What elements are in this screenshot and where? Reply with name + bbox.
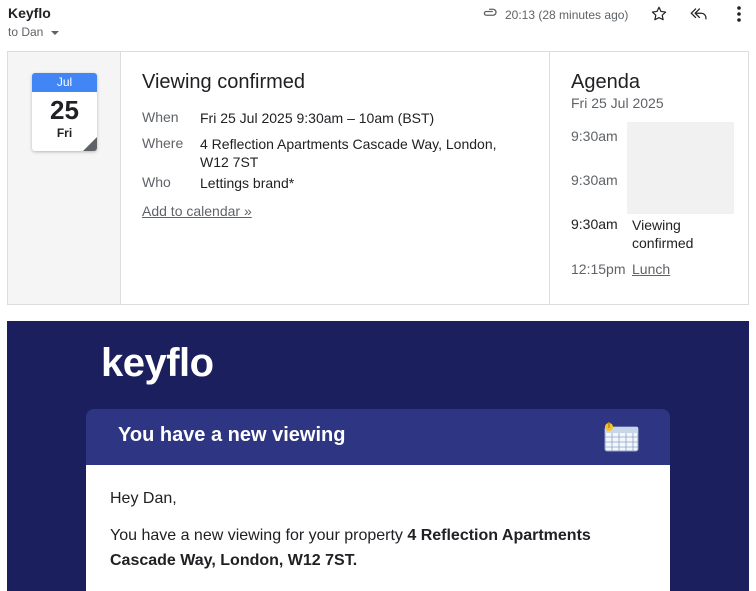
keyflo-logo: keyflo <box>101 341 214 385</box>
sender-name[interactable]: Keyflo <box>8 5 51 21</box>
when-value: Fri 25 Jul 2025 9:30am – 10am (BST) <box>200 110 435 126</box>
event-details: Viewing confirmed When Fri 25 Jul 2025 9… <box>121 52 549 304</box>
chevron-down-icon <box>51 31 60 35</box>
attachment-icon <box>481 4 499 25</box>
recipient-toggle[interactable]: to Dan <box>8 25 60 39</box>
agenda-busy-block <box>627 122 734 214</box>
page-fold-icon <box>83 137 97 151</box>
add-to-calendar-link[interactable]: Add to calendar » <box>142 203 252 219</box>
agenda-time-1: 9:30am <box>571 128 618 144</box>
calendar-month: Jul <box>32 73 97 92</box>
star-icon[interactable] <box>649 4 669 24</box>
timestamp-text: 20:13 (28 minutes ago) <box>505 7 629 22</box>
agenda-time-3: 9:30am <box>571 216 618 232</box>
agenda-title: Agenda <box>571 71 640 93</box>
where-label: Where <box>142 135 184 151</box>
recipient-label: to Dan <box>8 25 44 39</box>
when-label: When <box>142 109 179 125</box>
message-prefix: You have a new viewing for your property <box>110 527 408 544</box>
more-vert-icon[interactable] <box>729 4 749 24</box>
viewing-banner: You have a new viewing <box>86 409 670 465</box>
calendar-date-icon: Jul 25 Fri <box>32 73 97 151</box>
greeting: Hey Dan, <box>110 490 177 507</box>
calendar-icon <box>602 421 640 453</box>
message-text: You have a new viewing for your property… <box>110 523 630 573</box>
who-row: Who Lettings brand* <box>142 174 520 192</box>
agenda-event-viewing: Viewing confirmed <box>632 217 694 251</box>
event-date-panel: Jul 25 Fri <box>8 52 121 304</box>
event-card: Jul 25 Fri Viewing confirmed When Fri 25… <box>7 51 749 305</box>
agenda-time-2: 9:30am <box>571 172 618 188</box>
event-title: Viewing confirmed <box>142 71 306 93</box>
agenda-time-4: 12:15pm <box>571 261 626 277</box>
agenda-date: Fri 25 Jul 2025 <box>571 95 664 111</box>
where-row: Where 4 Reflection Apartments Cascade Wa… <box>142 135 510 171</box>
reply-all-icon[interactable] <box>689 4 709 24</box>
when-row: When Fri 25 Jul 2025 9:30am – 10am (BST) <box>142 109 520 127</box>
email-header: Keyflo to Dan 20:13 (28 minutes ago) <box>0 0 756 48</box>
who-value: Lettings brand* <box>200 175 295 191</box>
timestamp: 20:13 (28 minutes ago) <box>481 4 628 25</box>
message-card: Hey Dan, You have a new viewing for your… <box>86 465 670 591</box>
where-value: 4 Reflection Apartments Cascade Way, Lon… <box>200 136 497 170</box>
calendar-day: 25 <box>50 95 79 125</box>
agenda-event-lunch[interactable]: Lunch <box>632 261 670 277</box>
who-label: Who <box>142 174 171 190</box>
email-body: keyflo You have a new viewing Hey Dan, Y… <box>7 321 749 591</box>
banner-title: You have a new viewing <box>118 424 346 446</box>
agenda-panel: Agenda Fri 25 Jul 2025 9:30am 9:30am 9:3… <box>549 52 748 304</box>
